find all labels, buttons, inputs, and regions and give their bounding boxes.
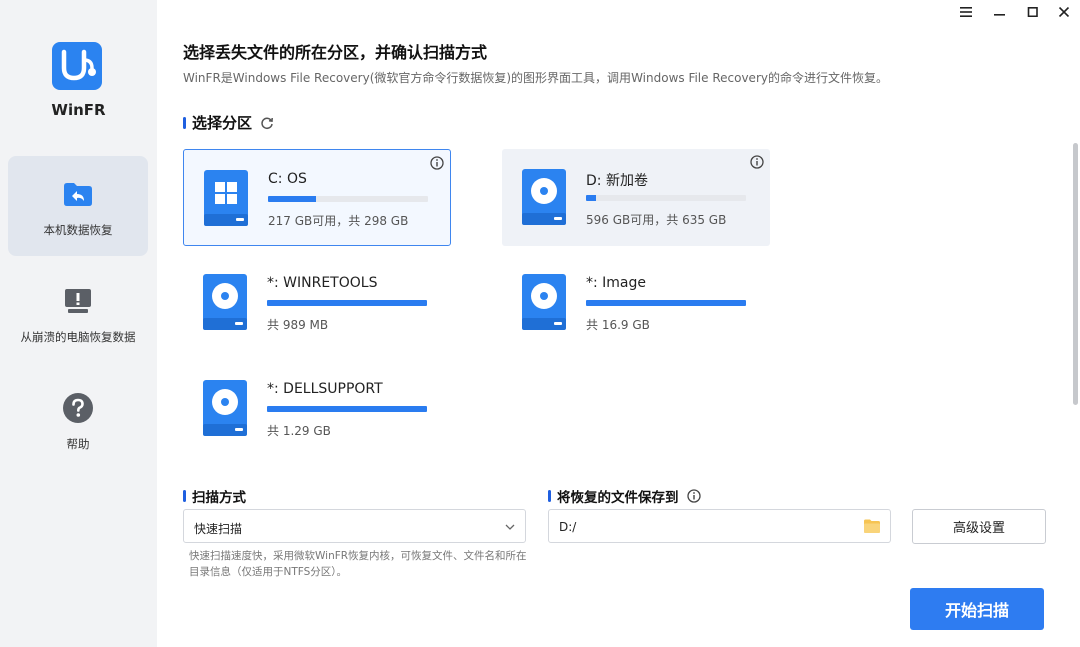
close-button[interactable]	[1054, 4, 1074, 20]
usage-bar	[268, 196, 428, 202]
info-icon[interactable]	[750, 155, 764, 169]
section-label: 选择分区	[192, 114, 253, 132]
section-label: 将恢复的文件保存到	[557, 490, 679, 506]
info-icon[interactable]	[686, 489, 701, 503]
partition-name: *: Image	[586, 275, 647, 291]
usage-bar-fill	[586, 195, 596, 201]
partition-size: 共 989 MB	[267, 318, 329, 332]
usage-bar	[586, 300, 746, 306]
chevron-down-icon	[505, 524, 515, 530]
minimize-icon	[994, 14, 1005, 16]
partition-card-dellsupport[interactable]: *: DELLSUPPORT 共 1.29 GB	[183, 360, 451, 457]
sidebar: WinFR 本机数据恢复 从崩溃的电脑恢复数据 帮助	[0, 0, 157, 647]
sidebar-item-help[interactable]: 帮助	[8, 370, 148, 470]
minimize-button[interactable]	[990, 4, 1010, 20]
app-logo-icon	[52, 42, 102, 90]
sidebar-item-local-recovery[interactable]: 本机数据恢复	[8, 156, 148, 256]
partition-size: 596 GB可用，共 635 GB	[586, 213, 727, 227]
partition-name: D: 新加卷	[586, 173, 648, 189]
section-marker	[183, 490, 186, 502]
page-title: 选择丢失文件的所在分区，并确认扫描方式	[183, 43, 488, 62]
folder-icon[interactable]	[864, 519, 880, 533]
start-scan-button[interactable]: 开始扫描	[910, 588, 1044, 630]
scan-mode-hint: 快速扫描速度快，采用微软WinFR恢复内核，可恢复文件、文件名和所在目录信息（仅…	[189, 550, 527, 578]
usage-bar	[267, 300, 427, 306]
save-path-field[interactable]: D:/	[548, 509, 891, 543]
partition-section-heading: 选择分区	[183, 112, 274, 133]
usage-bar-fill	[267, 406, 427, 412]
page-subtitle: WinFR是Windows File Recovery(微软官方命令行数据恢复)…	[183, 71, 888, 85]
save-path-value: D:/	[559, 520, 577, 534]
partition-card-winretools[interactable]: *: WINRETOOLS 共 989 MB	[183, 254, 451, 351]
menu-icon	[960, 7, 972, 17]
partition-size: 共 16.9 GB	[586, 318, 650, 332]
partition-card-d[interactable]: D: 新加卷 596 GB可用，共 635 GB	[502, 149, 770, 246]
save-location-heading: 将恢复的文件保存到	[548, 486, 701, 506]
maximize-button[interactable]	[1023, 4, 1043, 20]
sidebar-item-label: 本机数据恢复	[43, 223, 113, 237]
advanced-settings-button[interactable]: 高级设置	[912, 509, 1046, 544]
section-marker	[548, 490, 551, 502]
disk-drive-icon	[522, 274, 566, 330]
crashed-pc-icon	[65, 289, 91, 313]
info-icon[interactable]	[430, 156, 444, 170]
partition-name: *: DELLSUPPORT	[267, 381, 383, 397]
partition-name: *: WINRETOOLS	[267, 275, 378, 291]
usage-bar	[267, 406, 427, 412]
partition-size: 217 GB可用，共 298 GB	[268, 214, 409, 228]
scan-mode-heading: 扫描方式	[183, 486, 246, 506]
windows-drive-icon	[204, 170, 248, 226]
usage-bar-fill	[268, 196, 316, 202]
sidebar-item-label: 帮助	[66, 437, 90, 451]
section-marker	[183, 116, 186, 129]
app-name: WinFR	[51, 101, 106, 119]
disk-drive-icon	[203, 380, 247, 436]
usage-bar	[586, 195, 746, 201]
partition-card-image[interactable]: *: Image 共 16.9 GB	[502, 254, 770, 351]
menu-button[interactable]	[956, 4, 976, 20]
section-label: 扫描方式	[192, 490, 246, 506]
refresh-icon[interactable]	[260, 116, 274, 130]
usage-bar-fill	[267, 300, 427, 306]
usage-bar-fill	[586, 300, 746, 306]
folder-restore-icon	[64, 183, 92, 206]
scan-mode-select[interactable]: 快速扫描	[183, 509, 526, 543]
sidebar-item-label: 从崩溃的电脑恢复数据	[20, 330, 136, 344]
help-icon	[63, 393, 93, 423]
sidebar-item-crashed-pc[interactable]: 从崩溃的电脑恢复数据	[8, 263, 148, 363]
partition-size: 共 1.29 GB	[267, 424, 331, 438]
partition-name: C: OS	[268, 171, 307, 187]
scan-mode-value: 快速扫描	[194, 522, 243, 536]
close-icon	[1058, 7, 1070, 17]
partition-card-c[interactable]: C: OS 217 GB可用，共 298 GB	[183, 149, 451, 246]
scrollbar[interactable]	[1073, 143, 1078, 405]
disk-drive-icon	[522, 169, 566, 225]
disk-drive-icon	[203, 274, 247, 330]
maximize-icon	[1027, 7, 1038, 17]
